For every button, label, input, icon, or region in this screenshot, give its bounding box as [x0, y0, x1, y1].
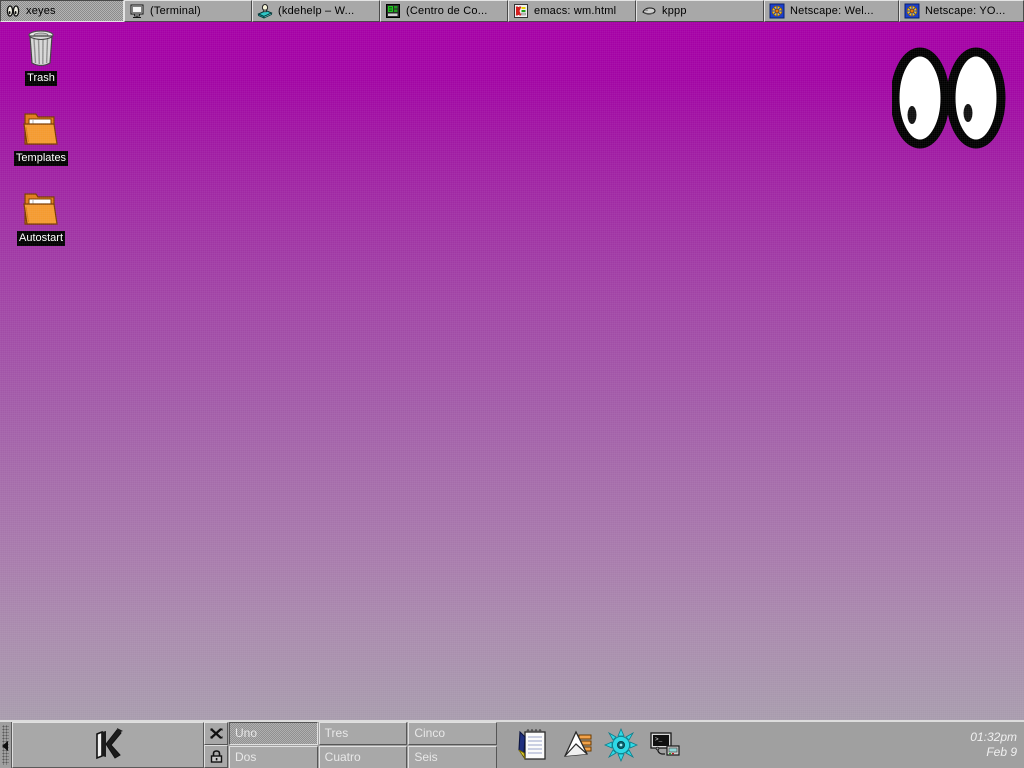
- panel-launchers: >_: [498, 722, 696, 768]
- taskbar-button-netscape-2[interactable]: Netscape: YO...: [899, 0, 1024, 22]
- netscape-icon: [769, 3, 785, 19]
- kcontrol-icon: [385, 3, 401, 19]
- taskbar-button-kppp[interactable]: kppp: [636, 0, 764, 22]
- mail-launcher[interactable]: [560, 728, 594, 762]
- k-menu-button[interactable]: [12, 722, 204, 768]
- taskbar-button-label: (Terminal): [150, 1, 201, 21]
- pager-desktop-cinco[interactable]: Cinco: [408, 722, 497, 745]
- k-logo-icon: [88, 724, 128, 767]
- clock-date: Feb 9: [986, 745, 1017, 760]
- lock-icon: [209, 749, 224, 764]
- terminal-icon: [129, 3, 145, 19]
- folder-icon: [2, 188, 80, 228]
- xeyes-right-eye: [951, 52, 1001, 144]
- xeyes-left-eye: [895, 52, 945, 144]
- pager-label: Uno: [235, 726, 257, 740]
- taskbar-button-label: xeyes: [26, 1, 56, 21]
- trash-icon: [2, 28, 80, 68]
- pager-label: Seis: [414, 750, 437, 764]
- xeyes-icon: [5, 3, 21, 19]
- kde-gear-icon: [604, 728, 638, 762]
- panel-clock[interactable]: 01:32pm Feb 9: [938, 722, 1024, 768]
- desktop-icon-label: Autostart: [17, 231, 65, 246]
- taskbar-button-label: Netscape: YO...: [925, 1, 1005, 21]
- taskbar-button-label: emacs: wm.html: [534, 1, 616, 21]
- pager-label: Tres: [325, 726, 349, 740]
- desktop-icon-templates[interactable]: Templates: [2, 108, 80, 166]
- kde-panel: Uno Tres Cinco Dos Cuatro Seis: [0, 720, 1024, 768]
- help-launcher[interactable]: [604, 728, 638, 762]
- taskbar-button-label: kppp: [662, 1, 687, 21]
- pager-desktop-cuatro[interactable]: Cuatro: [319, 746, 408, 768]
- notepad-pen-icon: [516, 728, 550, 762]
- windowlist-icon: [209, 726, 224, 741]
- panel-empty-area: [696, 722, 938, 768]
- panel-hide-handle[interactable]: [0, 722, 12, 768]
- pager-label: Dos: [235, 750, 256, 764]
- taskbar-button-label: Netscape: Wel...: [790, 1, 874, 21]
- clock-time: 01:32pm: [970, 730, 1017, 745]
- taskbar-button-kcontrol[interactable]: (Centro de Co...: [380, 0, 508, 22]
- pager-desktop-tres[interactable]: Tres: [319, 722, 408, 745]
- taskbar-button-emacs[interactable]: emacs: wm.html: [508, 0, 636, 22]
- desktop-icon-trash[interactable]: Trash: [2, 28, 80, 86]
- emacs-icon: [513, 3, 529, 19]
- pager-label: Cinco: [414, 726, 445, 740]
- computer-icon: >_: [648, 728, 682, 762]
- kppp-icon: [641, 3, 657, 19]
- pager-desktop-uno[interactable]: Uno: [229, 722, 318, 745]
- desktop-icon-autostart[interactable]: Autostart: [2, 188, 80, 246]
- panel-collapse-arrow-icon: [2, 741, 8, 751]
- envelope-icon: [560, 728, 594, 762]
- taskbar-button-netscape-1[interactable]: Netscape: Wel...: [764, 0, 899, 22]
- kdehelp-icon: [257, 3, 273, 19]
- taskbar-button-label: (Centro de Co...: [406, 1, 487, 21]
- pager-desktop-dos[interactable]: Dos: [229, 746, 318, 768]
- desktop-pager: Uno Tres Cinco Dos Cuatro Seis: [228, 722, 498, 768]
- taskbar: xeyes (Terminal): [0, 0, 1024, 22]
- pager-desktop-seis[interactable]: Seis: [408, 746, 497, 768]
- xeyes-window[interactable]: [892, 46, 1016, 150]
- taskbar-button-terminal[interactable]: (Terminal): [124, 0, 252, 22]
- folder-icon: [2, 108, 80, 148]
- taskbar-button-kdehelp[interactable]: (kdehelp – W...: [252, 0, 380, 22]
- desktop-icon-label: Trash: [25, 71, 57, 86]
- pager-label: Cuatro: [325, 750, 361, 764]
- windowlist-button[interactable]: [204, 722, 228, 745]
- desktop-background[interactable]: Trash Templates: [0, 22, 1024, 720]
- terminal-launcher[interactable]: >_: [648, 728, 682, 762]
- screen: Trash Templates: [0, 0, 1024, 768]
- netscape-icon: [904, 3, 920, 19]
- desktop-icon-label: Templates: [14, 151, 68, 166]
- svg-text:>_: >_: [655, 736, 663, 743]
- panel-utility-buttons: [204, 722, 228, 768]
- taskbar-button-xeyes[interactable]: xeyes: [0, 0, 124, 22]
- lock-button[interactable]: [204, 745, 228, 768]
- taskbar-button-label: (kdehelp – W...: [278, 1, 354, 21]
- notepad-launcher[interactable]: [516, 728, 550, 762]
